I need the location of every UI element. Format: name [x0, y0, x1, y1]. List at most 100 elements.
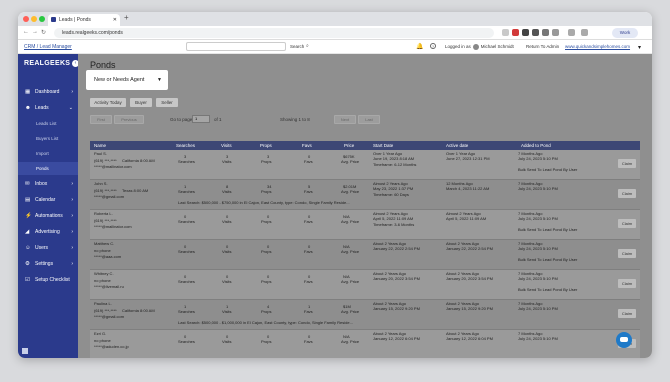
column-header[interactable]: Searches [176, 141, 195, 150]
claim-button[interactable]: Claim [618, 279, 636, 288]
cell-phone[interactable]: no phone [94, 278, 111, 283]
sidebar-item-calendar[interactable]: ▤ Calendar › [18, 193, 78, 207]
table-row[interactable]: Roberta L. (619) ***-**** *****@mailinator… [90, 210, 640, 240]
cell-start-date: January 12, 2022 6:04 PM [373, 336, 420, 341]
sidebar-subitem-import[interactable]: Import [18, 147, 78, 160]
extension-icon[interactable] [552, 29, 559, 36]
close-window-icon[interactable] [23, 16, 29, 22]
cell-email[interactable]: *****@aaa.com [94, 254, 121, 259]
filter-seller-button[interactable]: Seller [156, 98, 178, 107]
claim-button[interactable]: Claim [618, 249, 636, 258]
cell-email[interactable]: *****@livemail.ru [94, 284, 124, 289]
table-row[interactable]: Ezri G. no phone *****@aduden.co.jp 0 Search… [90, 330, 640, 358]
sidebar-item-automations[interactable]: ⚡ Automations › [18, 209, 78, 223]
filter-buyer-button[interactable]: Buyer [130, 98, 152, 107]
new-tab-icon[interactable]: + [124, 13, 129, 22]
search-input[interactable] [186, 42, 286, 51]
cell-name[interactable]: Ezri G. [94, 331, 106, 336]
sidebar-item-leads[interactable]: ☻ Leads ⌄ [18, 101, 78, 115]
chevron-down-icon[interactable]: ▾ [638, 44, 641, 51]
claim-button[interactable]: Claim [618, 309, 636, 318]
sidebar-item-dashboard[interactable]: ▦ Dashboard › [18, 85, 78, 99]
previous-page-button[interactable]: Previous [114, 115, 144, 124]
sidepanel-icon[interactable] [568, 29, 575, 36]
notification-bell-icon[interactable]: 🔔 [416, 43, 423, 50]
cell-price-sub: Avg. Price [341, 249, 360, 254]
crm-link[interactable]: CRM / Lead Manager [24, 44, 72, 50]
browser-tab[interactable]: Leads | Ponds ✕ [48, 14, 120, 26]
return-to-admin-link[interactable]: Return To Admin [526, 44, 559, 49]
reload-icon[interactable]: ↻ [41, 29, 46, 36]
table-row[interactable]: Whitney C. no phone *****@livemail.ru 0 Sear… [90, 270, 640, 300]
extension-icon[interactable] [502, 29, 509, 36]
table-row[interactable]: Paul S. (619) ***-**** California 8:00 AM *… [90, 150, 640, 180]
table-row[interactable]: John S. (619) ***-**** Texas 8:00 AM *****@… [90, 180, 640, 210]
cell-price-sub: Avg. Price [341, 339, 360, 344]
back-icon[interactable]: ← [23, 29, 29, 35]
cell-name[interactable]: John S. [94, 181, 108, 186]
search-label[interactable]: Search [290, 44, 304, 49]
cell-name[interactable]: Roberta L. [94, 211, 113, 216]
cell-email[interactable]: *****@mailinator.com [94, 164, 132, 169]
profile-icon[interactable] [581, 29, 588, 36]
first-page-button[interactable]: First [90, 115, 112, 124]
claim-button[interactable]: Claim [618, 159, 636, 168]
table-row[interactable]: Matthew C. no phone *****@aaa.com 0 Searches… [90, 240, 640, 270]
cell-name[interactable]: Paulina L. [94, 301, 112, 306]
sidebar-item-users[interactable]: ☺ Users › [18, 241, 78, 255]
cell-email[interactable]: *****@aduden.co.jp [94, 344, 129, 349]
sidebar-subitem-leads-list[interactable]: Leads List [18, 117, 78, 130]
cell-phone[interactable]: (619) ***-**** [94, 158, 117, 163]
site-link[interactable]: www.quickandsimplehomes.com [565, 44, 630, 49]
cell-name[interactable]: Matthew C. [94, 241, 114, 246]
column-header[interactable]: Visits [221, 141, 232, 150]
url-field[interactable]: leads.realgeeks.com/ponds [54, 28, 494, 38]
column-header[interactable]: Active date [446, 141, 468, 150]
sidebar-item-inbox[interactable]: ✉ Inbox › [18, 177, 78, 191]
sidebar-subitem-ponds[interactable]: Ponds [18, 162, 78, 175]
sidebar-item-setup-checklist[interactable]: ☑ Setup Checklist [18, 273, 78, 287]
claim-button[interactable]: Claim [618, 219, 636, 228]
table-row[interactable]: Paulina L. (619) ***-**** California 8:00 … [90, 300, 640, 330]
column-header[interactable]: Added to Pond [521, 141, 551, 150]
page-number-input[interactable]: 1 [192, 115, 210, 123]
profile-button[interactable]: Work [612, 28, 638, 38]
last-page-button[interactable]: Last [358, 115, 380, 124]
chat-widget-button[interactable] [616, 332, 632, 348]
logo[interactable]: REALGEEKS [24, 60, 70, 67]
extension-icon[interactable] [532, 29, 539, 36]
column-header[interactable]: Price [344, 141, 354, 150]
cell-email[interactable]: *****@gmail.com [94, 194, 124, 199]
search-icon[interactable]: ⌕ [306, 43, 309, 49]
cell-name[interactable]: Whitney C. [94, 271, 114, 276]
close-tab-icon[interactable]: ✕ [113, 14, 117, 26]
sidebar-footer-icon[interactable] [22, 348, 28, 354]
sidebar-item-settings[interactable]: ⚙ Settings › [18, 257, 78, 271]
cell-phone[interactable]: (619) ***-**** [94, 308, 117, 313]
forward-icon[interactable]: → [32, 29, 38, 35]
cell-phone[interactable]: no phone [94, 248, 111, 253]
favs-label: Favs [304, 309, 313, 314]
extension-icon[interactable] [542, 29, 549, 36]
cell-phone[interactable]: no phone [94, 338, 111, 343]
sidebar-subitem-buyers-list[interactable]: Buyers List [18, 132, 78, 145]
cell-phone[interactable]: (619) ***-**** [94, 188, 117, 193]
filter-activity-today-button[interactable]: Activity Today [90, 98, 126, 107]
cell-phone[interactable]: (619) ***-**** [94, 218, 117, 223]
claim-button[interactable]: Claim [618, 189, 636, 198]
column-header[interactable]: Name [94, 141, 106, 150]
column-header[interactable]: Favs [302, 141, 312, 150]
help-icon[interactable]: ? [430, 43, 436, 49]
sidebar-item-advertising[interactable]: ◢ Advertising › [18, 225, 78, 239]
cell-name[interactable]: Paul S. [94, 151, 107, 156]
next-page-button[interactable]: Next [334, 115, 356, 124]
extension-icon[interactable] [512, 29, 519, 36]
extension-icon[interactable] [522, 29, 529, 36]
cell-email[interactable]: *****@gmail.com [94, 314, 124, 319]
column-header[interactable]: Props [260, 141, 272, 150]
cell-email[interactable]: *****@mailinator.com [94, 224, 132, 229]
pond-select[interactable]: New or Needs Agent ▼ [86, 70, 168, 90]
minimize-window-icon[interactable] [31, 16, 37, 22]
column-header[interactable]: Start Date [373, 141, 393, 150]
maximize-window-icon[interactable] [39, 16, 45, 22]
